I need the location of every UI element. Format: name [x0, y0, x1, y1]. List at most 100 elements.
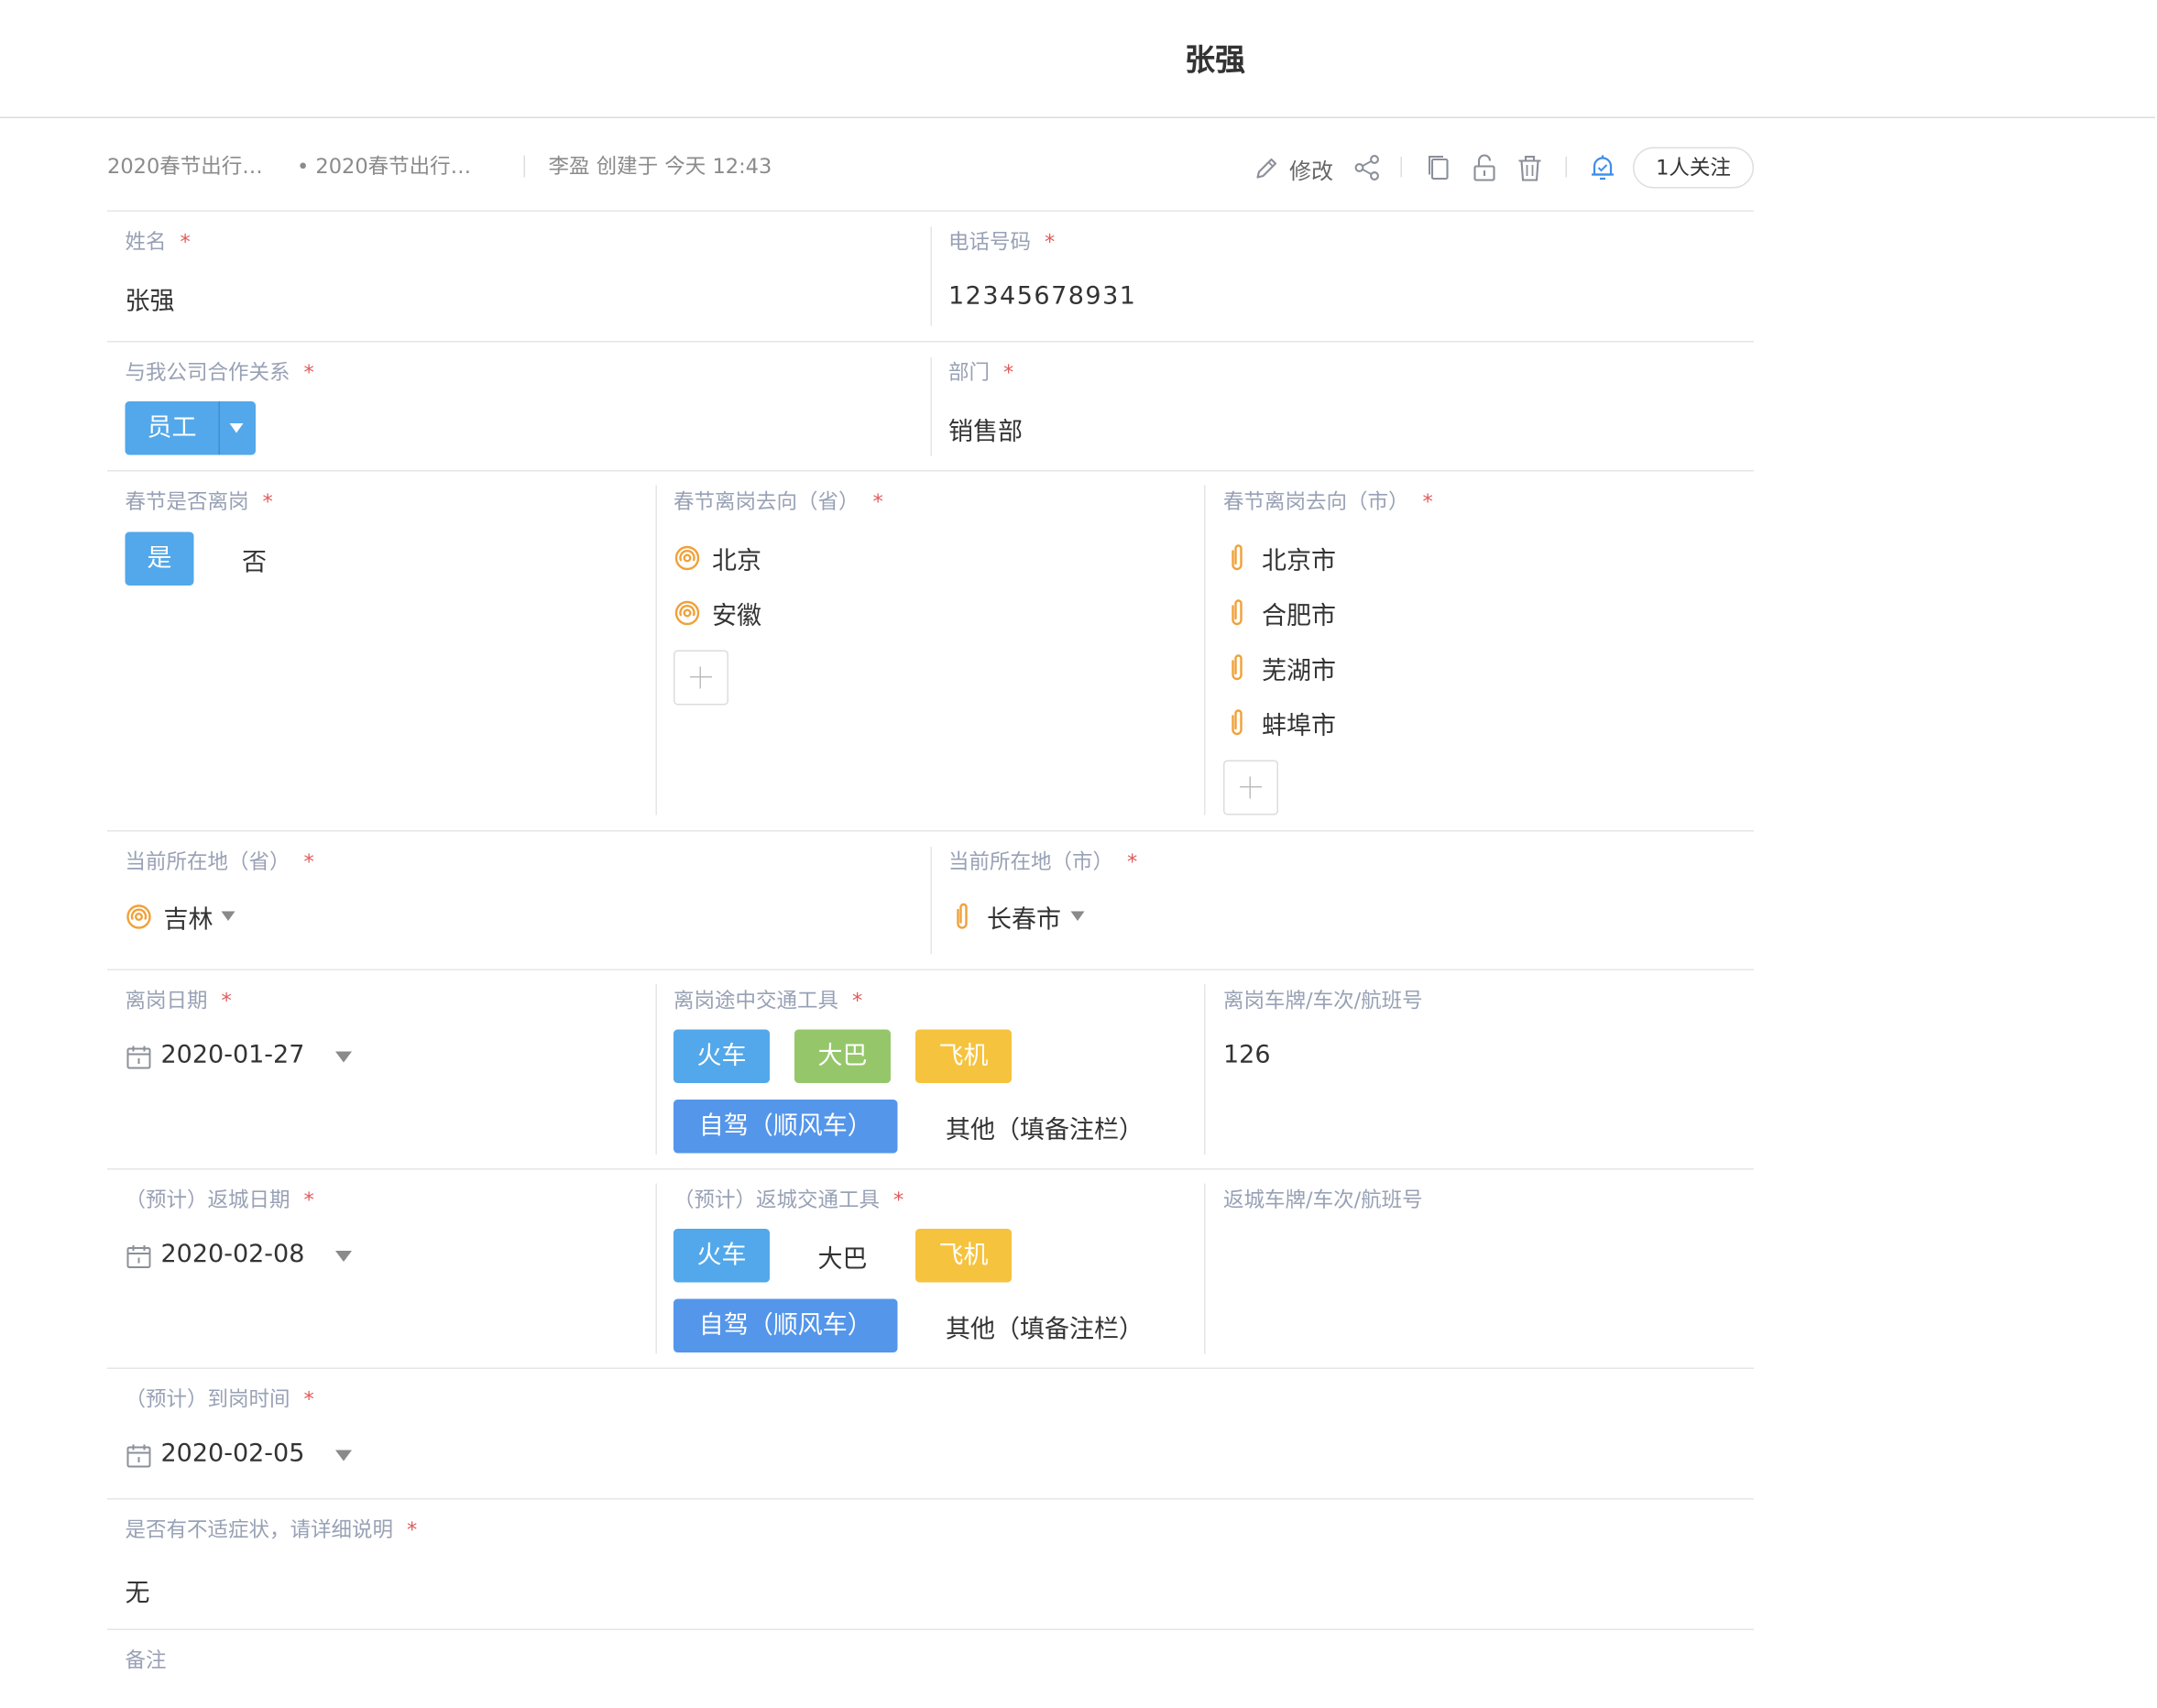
divider	[1204, 485, 1206, 816]
dest-province-field-label: 春节离岗去向（省） *	[673, 489, 883, 514]
meta-divider	[523, 155, 525, 178]
leave-transport-field-label: 离岗途中交通工具 *	[673, 988, 863, 1013]
symptoms-field-label: 是否有不适症状，请详细说明 *	[125, 1517, 418, 1542]
symptoms-value: 无	[125, 1579, 150, 1609]
current-province-select[interactable]: 吉林	[126, 901, 263, 936]
dest-city-field-label: 春节离岗去向（市） *	[1223, 489, 1433, 514]
divider	[930, 847, 932, 954]
relation-value: 员工	[147, 413, 197, 443]
share-icon[interactable]	[1352, 153, 1383, 183]
divider	[1204, 1183, 1206, 1354]
return-transport-plane[interactable]: 飞机	[915, 1229, 1012, 1283]
divider	[107, 830, 1754, 832]
arrival-date-value: 2020-02-05	[160, 1439, 305, 1469]
add-city-button[interactable]	[1223, 760, 1278, 816]
relation-field-label: 与我公司合作关系 *	[125, 360, 314, 385]
breadcrumb-2[interactable]: • 2020春节出行…	[297, 151, 471, 181]
leave-option-yes[interactable]: 是	[125, 531, 194, 586]
divider	[655, 485, 657, 816]
divider	[930, 226, 932, 326]
divider	[655, 1183, 657, 1354]
edit-label: 修改	[1289, 158, 1334, 185]
name-field-label: 姓名 *	[125, 229, 191, 255]
return-date-field-label: （预计）返城日期 *	[125, 1188, 314, 1212]
return-transport-train[interactable]: 火车	[673, 1229, 770, 1283]
leave-transport-plane[interactable]: 飞机	[915, 1029, 1012, 1083]
phone-value: 12345678931	[948, 281, 1137, 312]
breadcrumb-1[interactable]: 2020春节出行…	[107, 151, 263, 181]
unlock-icon[interactable]	[1470, 153, 1500, 183]
calendar-icon	[126, 1444, 151, 1468]
current-city-select[interactable]: 长春市	[948, 901, 1100, 935]
bell-icon[interactable]	[1588, 153, 1618, 183]
dest-city-value: 合肥市	[1262, 602, 1336, 631]
leave-field-label: 春节是否离岗 *	[125, 489, 273, 514]
paperclip-icon	[1232, 599, 1243, 626]
creator-info: 李盈 创建于 今天 12:43	[548, 154, 772, 179]
leave-option-no[interactable]: 否	[242, 543, 267, 579]
leave-transport-train[interactable]: 火车	[673, 1029, 770, 1083]
name-value: 张强	[125, 287, 175, 317]
calendar-icon	[126, 1046, 151, 1069]
arrival-date-picker[interactable]: 2020-02-05	[126, 1438, 359, 1473]
dest-city-value: 北京市	[1262, 547, 1336, 576]
select-divider	[218, 401, 220, 455]
page-header: 张强	[0, 0, 2155, 118]
dest-city-value: 蚌埠市	[1262, 712, 1336, 741]
paperclip-icon	[1232, 709, 1243, 736]
dest-province-value: 北京	[712, 547, 761, 576]
return-transport-other[interactable]: 其他（填备注栏）	[946, 1310, 1144, 1346]
phone-field-label: 电话号码 *	[948, 229, 1056, 255]
edit-icon	[1256, 158, 1277, 179]
paperclip-icon	[957, 903, 968, 929]
divider	[107, 1168, 1754, 1170]
return-transport-field-label: （预计）返城交通工具 *	[673, 1188, 904, 1212]
chevron-down-icon	[229, 423, 244, 433]
divider	[107, 1628, 1754, 1630]
return-transport-selfdrive[interactable]: 自驾（顺风车）	[673, 1298, 898, 1352]
department-field-label: 部门 *	[948, 360, 1014, 385]
current-city-field-label: 当前所在地（市） *	[948, 849, 1138, 874]
divider	[107, 969, 1754, 970]
edit-button[interactable]: 修改	[1253, 150, 1341, 186]
relation-select[interactable]: 员工	[125, 401, 256, 455]
copy-icon[interactable]	[1424, 153, 1454, 183]
return-plate-field-label: 返城车牌/车次/航班号	[1223, 1188, 1423, 1212]
leave-date-field-label: 离岗日期 *	[125, 988, 232, 1013]
divider	[107, 1367, 1754, 1369]
leave-transport-bus[interactable]: 大巴	[794, 1029, 891, 1083]
dest-province-value: 安徽	[712, 602, 761, 631]
leave-date-value: 2020-01-27	[160, 1040, 305, 1070]
location-icon	[674, 545, 700, 571]
leave-plate-field-label: 离岗车牌/车次/航班号	[1223, 988, 1423, 1013]
divider	[107, 470, 1754, 472]
department-value: 销售部	[948, 418, 1023, 447]
paperclip-icon	[1232, 544, 1243, 571]
current-province-value: 吉林	[163, 905, 214, 936]
divider	[107, 1498, 1754, 1500]
chevron-down-icon	[221, 911, 235, 921]
leave-date-picker[interactable]: 2020-01-27	[126, 1039, 359, 1075]
divider	[930, 357, 932, 456]
leave-plate-value: 126	[1223, 1040, 1271, 1070]
current-province-field-label: 当前所在地（省） *	[125, 849, 314, 874]
divider	[655, 984, 657, 1155]
leave-transport-other[interactable]: 其他（填备注栏）	[946, 1111, 1144, 1146]
add-province-button[interactable]	[673, 650, 728, 706]
delete-icon[interactable]	[1515, 153, 1545, 183]
dest-city-value: 芜湖市	[1262, 657, 1336, 686]
calendar-icon	[126, 1245, 151, 1268]
paperclip-icon	[1232, 654, 1243, 681]
divider	[107, 210, 1754, 212]
divider	[1204, 984, 1206, 1155]
return-date-value: 2020-02-08	[160, 1240, 305, 1269]
leave-transport-selfdrive[interactable]: 自驾（顺风车）	[673, 1100, 898, 1154]
page-title: 张强	[1184, 44, 1245, 79]
divider	[107, 341, 1754, 343]
remarks-field-label: 备注	[125, 1648, 167, 1673]
return-date-picker[interactable]: 2020-02-08	[126, 1239, 359, 1275]
return-transport-bus[interactable]: 大巴	[818, 1240, 868, 1276]
follow-button[interactable]: 1人关注	[1633, 147, 1754, 189]
arrival-time-field-label: （预计）到岗时间 *	[125, 1386, 314, 1412]
location-icon	[674, 600, 700, 626]
